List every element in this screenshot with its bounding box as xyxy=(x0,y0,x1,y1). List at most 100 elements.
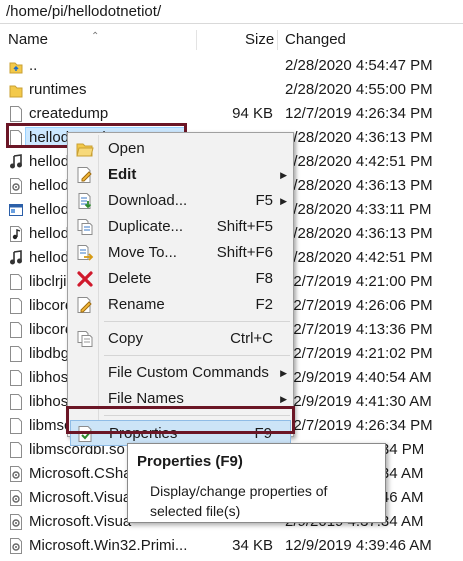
menu-item-label: Rename xyxy=(108,296,165,313)
settings-file-icon xyxy=(9,490,23,506)
file-icon xyxy=(9,370,23,386)
file-icon xyxy=(9,394,23,410)
file-changed: 12/7/2019 4:21:02 PM xyxy=(285,345,433,362)
menu-item-label: Open xyxy=(108,140,145,157)
column-changed[interactable]: Changed xyxy=(285,28,346,52)
file-changed: 12/7/2019 4:26:34 PM xyxy=(285,105,433,122)
submenu-arrow-icon: ▶ xyxy=(280,170,287,180)
menu-item-open[interactable]: Open xyxy=(70,136,291,162)
duplicate-icon xyxy=(76,218,94,236)
file-name: libhos xyxy=(29,369,69,386)
open-folder-icon xyxy=(76,140,94,158)
submenu-arrow-icon: ▶ xyxy=(280,368,287,378)
menu-item-shortcut: F5 xyxy=(255,192,273,209)
menu-separator xyxy=(104,321,290,322)
file-changed: 2/28/2020 4:42:51 PM xyxy=(285,249,433,266)
file-changed: 2/28/2020 4:36:13 PM xyxy=(285,129,433,146)
menu-item-label: File Custom Commands xyxy=(108,364,269,381)
music-file-icon xyxy=(9,154,23,170)
file-name: Microsoft.Visua xyxy=(29,513,132,530)
menu-item-delete[interactable]: Delete F8 xyxy=(70,266,291,292)
settings-file-icon xyxy=(9,538,23,554)
menu-item-copy[interactable]: Copy Ctrl+C xyxy=(70,326,291,352)
menu-item-label: File Names xyxy=(108,390,184,407)
menu-item-download[interactable]: Download... F5 ▶ xyxy=(70,188,291,214)
file-name: hellod xyxy=(29,201,70,218)
file-name: hellod xyxy=(29,177,70,194)
window-file-icon xyxy=(9,202,23,218)
menu-item-shortcut: Shift+F6 xyxy=(216,244,273,261)
delete-icon xyxy=(76,270,94,288)
menu-item-edit[interactable]: Edit ▶ xyxy=(70,162,291,188)
menu-item-rename[interactable]: Rename F2 xyxy=(70,292,291,318)
file-name: runtimes xyxy=(29,81,87,98)
parent-dir-icon xyxy=(9,58,23,74)
tooltip-title: Properties (F9) xyxy=(137,453,243,470)
file-changed: 12/7/2019 4:13:36 PM xyxy=(285,321,433,338)
edit-icon xyxy=(76,166,94,184)
file-changed: 12/9/2019 4:39:46 AM xyxy=(285,537,432,554)
file-name: Microsoft.Visua xyxy=(29,489,132,506)
file-name: libmsc xyxy=(29,417,72,434)
submenu-arrow-icon: ▶ xyxy=(280,394,287,404)
rename-icon xyxy=(76,296,94,314)
tooltip-description: Display/change properties of selected fi… xyxy=(150,483,328,519)
file-changed: 2/28/2020 4:36:13 PM xyxy=(285,177,433,194)
settings-file-icon xyxy=(9,178,23,194)
file-changed: 2/28/2020 4:33:11 PM xyxy=(285,201,432,218)
menu-item-label: Edit xyxy=(108,166,137,183)
file-name: hellod xyxy=(29,249,70,266)
path-text: /home/pi/hellodotnetiot/ xyxy=(6,3,162,20)
copy-icon xyxy=(76,330,94,348)
file-icon xyxy=(9,274,23,290)
move-icon xyxy=(76,244,94,262)
menu-item-move-to[interactable]: Move To... Shift+F6 xyxy=(70,240,291,266)
menu-item-shortcut: Ctrl+C xyxy=(230,330,273,347)
path-bar[interactable]: /home/pi/hellodotnetiot/ xyxy=(0,0,463,24)
menu-item-duplicate[interactable]: Duplicate... Shift+F5 xyxy=(70,214,291,240)
file-name: Microsoft.Win32.Primi... xyxy=(29,537,188,554)
file-name: hellod xyxy=(29,153,70,170)
file-name: .. xyxy=(29,57,38,74)
download-icon xyxy=(76,192,94,210)
column-divider[interactable] xyxy=(277,30,278,50)
menu-item-file-custom-commands[interactable]: File Custom Commands ▶ xyxy=(70,360,291,386)
file-name: createdump xyxy=(29,105,109,122)
file-changed: 2/28/2020 4:55:00 PM xyxy=(285,81,433,98)
column-divider[interactable] xyxy=(196,30,197,50)
tooltip: Properties (F9) Display/change propertie… xyxy=(127,443,386,523)
menu-item-label: Move To... xyxy=(108,244,177,261)
menu-separator xyxy=(104,355,290,356)
file-name: libdbg xyxy=(29,345,70,362)
menu-item-file-names[interactable]: File Names ▶ xyxy=(70,386,291,412)
file-icon xyxy=(9,442,23,458)
audio-file-icon xyxy=(9,226,23,242)
file-changed: 2/28/2020 4:54:47 PM xyxy=(285,57,433,74)
menu-item-label: Copy xyxy=(108,330,144,347)
file-size: 34 KB xyxy=(232,537,273,554)
file-icon xyxy=(9,106,23,122)
file-changed: 12/9/2019 4:41:30 AM xyxy=(285,393,432,410)
context-menu: Open Edit ▶ Download... F5 ▶ Duplicate... Shift… xyxy=(67,132,294,446)
file-size: 94 KB xyxy=(232,105,273,122)
column-size[interactable]: Size xyxy=(245,28,274,52)
properties-icon xyxy=(77,425,95,443)
sort-ascending-icon: ⌃ xyxy=(91,31,100,42)
folder-icon xyxy=(9,82,23,98)
file-changed: 12/7/2019 4:26:34 PM xyxy=(285,417,433,434)
file-row[interactable]: Microsoft.Win32.Primi... 34 KB 12/9/2019 4… xyxy=(0,534,463,558)
menu-item-shortcut: F8 xyxy=(255,270,273,287)
file-row[interactable]: runtimes 2/28/2020 4:55:00 PM xyxy=(0,78,463,102)
file-name: libclrji xyxy=(29,273,67,290)
file-icon xyxy=(9,418,23,434)
file-row[interactable]: .. 2/28/2020 4:54:47 PM xyxy=(0,54,463,78)
settings-file-icon xyxy=(9,466,23,482)
file-changed: 12/7/2019 4:26:06 PM xyxy=(285,297,433,314)
file-row[interactable]: createdump 94 KB 12/7/2019 4:26:34 PM xyxy=(0,102,463,126)
column-name[interactable]: Name xyxy=(8,28,48,52)
menu-item-label: Delete xyxy=(108,270,152,287)
file-icon xyxy=(9,322,23,338)
settings-file-icon xyxy=(9,514,23,530)
file-changed: 2/28/2020 4:42:51 PM xyxy=(285,153,433,170)
file-changed: 12/7/2019 4:21:00 PM xyxy=(285,273,433,290)
